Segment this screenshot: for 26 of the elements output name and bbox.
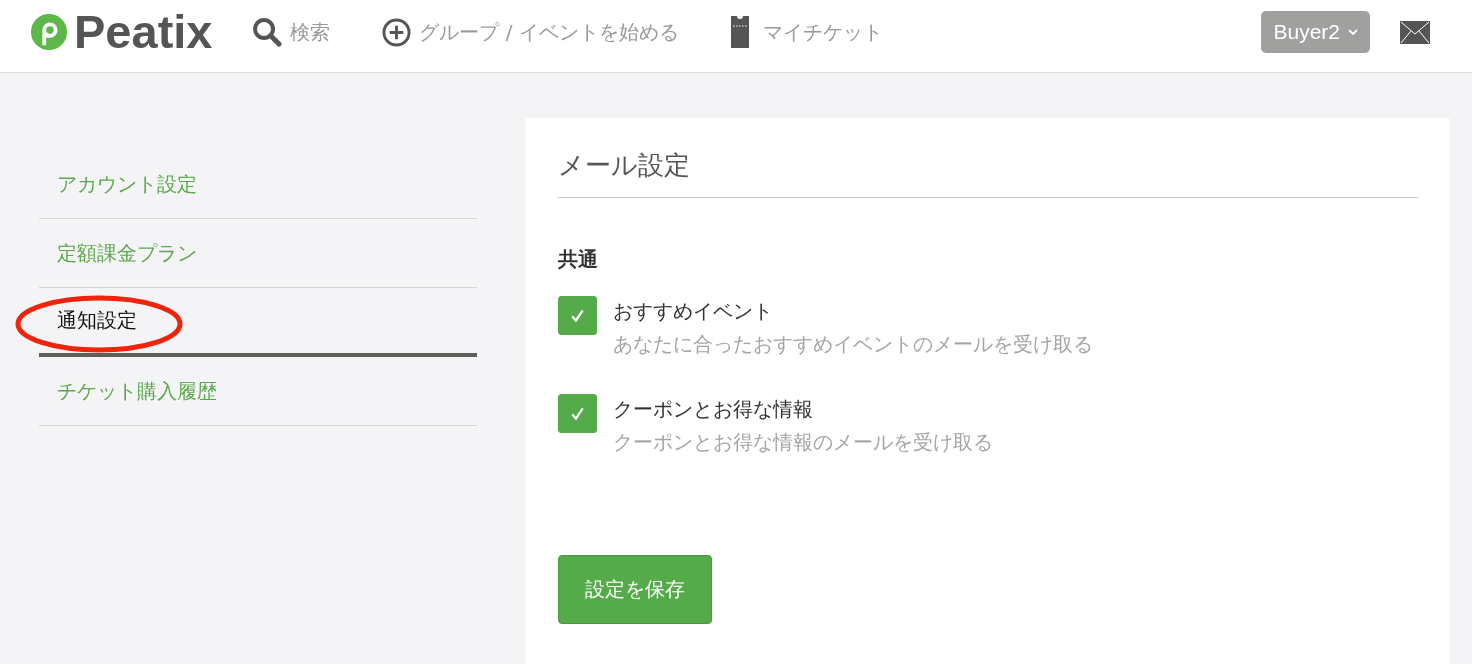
nav-link[interactable]: マイチケット: [730, 16, 883, 48]
plus-circle-icon: [382, 17, 412, 47]
user-menu-button[interactable]: Buyer2: [1261, 11, 1370, 53]
option-description: あなたに合ったおすすめイベントのメールを受け取る: [613, 331, 1093, 358]
option-description: クーポンとお得な情報のメールを受け取る: [613, 429, 993, 456]
sidebar-item[interactable]: アカウント設定: [39, 150, 477, 219]
card-title: メール設定: [558, 148, 1418, 198]
ticket-icon: [730, 16, 749, 48]
option-label: おすすめイベント: [613, 298, 774, 325]
check-icon: [571, 407, 584, 420]
logo-wordmark[interactable]: Peatix: [74, 7, 213, 57]
option-label: クーポンとお得な情報: [613, 396, 814, 423]
section-heading: 共通: [558, 246, 599, 272]
sidebar-item[interactable]: チケット購入履歴: [39, 357, 477, 426]
save-button[interactable]: 設定を保存: [558, 555, 712, 624]
checkbox[interactable]: [558, 394, 597, 433]
caret-icon: [1348, 29, 1358, 35]
nav-link[interactable]: 検索: [252, 17, 331, 47]
mail-icon[interactable]: [1400, 20, 1430, 44]
search-icon: [252, 17, 283, 47]
sidebar-item[interactable]: 通知設定: [39, 288, 477, 357]
checkbox[interactable]: [558, 296, 597, 335]
nav-link[interactable]: グループ / イベントを始める: [382, 17, 679, 47]
check-icon: [571, 309, 584, 322]
logo-icon[interactable]: [30, 13, 68, 51]
sidebar-item[interactable]: 定額課金プラン: [39, 219, 477, 288]
